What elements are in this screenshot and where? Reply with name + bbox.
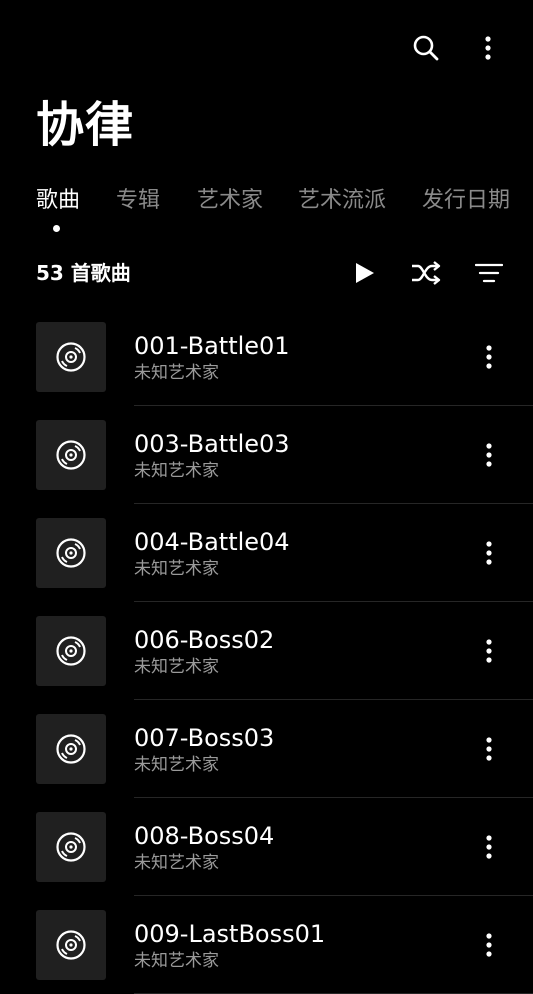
disc-icon bbox=[56, 832, 86, 862]
song-artist: 未知艺术家 bbox=[134, 657, 219, 677]
tab-artists[interactable]: 艺术家 bbox=[197, 186, 263, 216]
song-row[interactable]: 006-Boss02 未知艺术家 bbox=[0, 602, 533, 700]
category-tabs: 歌曲 专辑 艺术家 艺术流派 发行日期 bbox=[0, 186, 533, 236]
disc-icon bbox=[56, 636, 86, 666]
song-count: 53 首歌曲 bbox=[36, 261, 131, 285]
song-row[interactable]: 004-Battle04 未知艺术家 bbox=[0, 504, 533, 602]
song-title: 006-Boss02 bbox=[134, 626, 275, 654]
album-art-placeholder bbox=[36, 322, 106, 392]
song-row[interactable]: 009-LastBoss01 未知艺术家 bbox=[0, 896, 533, 994]
disc-icon bbox=[56, 734, 86, 764]
shuffle-icon[interactable] bbox=[407, 254, 445, 292]
song-title: 007-Boss03 bbox=[134, 724, 275, 752]
tab-release-date[interactable]: 发行日期 bbox=[422, 186, 510, 216]
more-vertical-icon[interactable] bbox=[468, 28, 508, 68]
album-art-placeholder bbox=[36, 714, 106, 784]
tab-songs[interactable]: 歌曲 bbox=[36, 186, 80, 216]
song-title: 001-Battle01 bbox=[134, 332, 290, 360]
song-artist: 未知艺术家 bbox=[134, 559, 219, 579]
album-art-placeholder bbox=[36, 812, 106, 882]
play-icon[interactable] bbox=[345, 254, 383, 292]
song-artist: 未知艺术家 bbox=[134, 755, 219, 775]
sort-icon[interactable] bbox=[470, 254, 508, 292]
more-vertical-icon[interactable] bbox=[470, 436, 508, 474]
song-title: 009-LastBoss01 bbox=[134, 920, 326, 948]
more-vertical-icon[interactable] bbox=[470, 632, 508, 670]
more-vertical-icon[interactable] bbox=[470, 730, 508, 768]
page-title: 协律 bbox=[36, 97, 135, 153]
song-artist: 未知艺术家 bbox=[134, 461, 219, 481]
song-row[interactable]: 003-Battle03 未知艺术家 bbox=[0, 406, 533, 504]
top-bar bbox=[0, 0, 533, 94]
album-art-placeholder bbox=[36, 910, 106, 980]
song-title: 004-Battle04 bbox=[134, 528, 290, 556]
more-vertical-icon[interactable] bbox=[470, 828, 508, 866]
song-row[interactable]: 007-Boss03 未知艺术家 bbox=[0, 700, 533, 798]
album-art-placeholder bbox=[36, 420, 106, 490]
disc-icon bbox=[56, 538, 86, 568]
more-vertical-icon[interactable] bbox=[470, 338, 508, 376]
tab-albums[interactable]: 专辑 bbox=[116, 186, 160, 216]
more-vertical-icon[interactable] bbox=[470, 534, 508, 572]
song-title: 008-Boss04 bbox=[134, 822, 275, 850]
disc-icon bbox=[56, 930, 86, 960]
song-artist: 未知艺术家 bbox=[134, 853, 219, 873]
song-count-row: 53 首歌曲 bbox=[0, 252, 533, 294]
song-row[interactable]: 001-Battle01 未知艺术家 bbox=[0, 308, 533, 406]
album-art-placeholder bbox=[36, 518, 106, 588]
song-title: 003-Battle03 bbox=[134, 430, 290, 458]
album-art-placeholder bbox=[36, 616, 106, 686]
search-icon[interactable] bbox=[406, 28, 446, 68]
disc-icon bbox=[56, 440, 86, 470]
song-artist: 未知艺术家 bbox=[134, 363, 219, 383]
active-tab-indicator bbox=[53, 225, 60, 232]
tab-genres[interactable]: 艺术流派 bbox=[298, 186, 386, 216]
song-artist: 未知艺术家 bbox=[134, 951, 219, 971]
song-row[interactable]: 008-Boss04 未知艺术家 bbox=[0, 798, 533, 896]
more-vertical-icon[interactable] bbox=[470, 926, 508, 964]
song-list: 001-Battle01 未知艺术家 003-Battle03 未知艺术家 00… bbox=[0, 308, 533, 994]
disc-icon bbox=[56, 342, 86, 372]
